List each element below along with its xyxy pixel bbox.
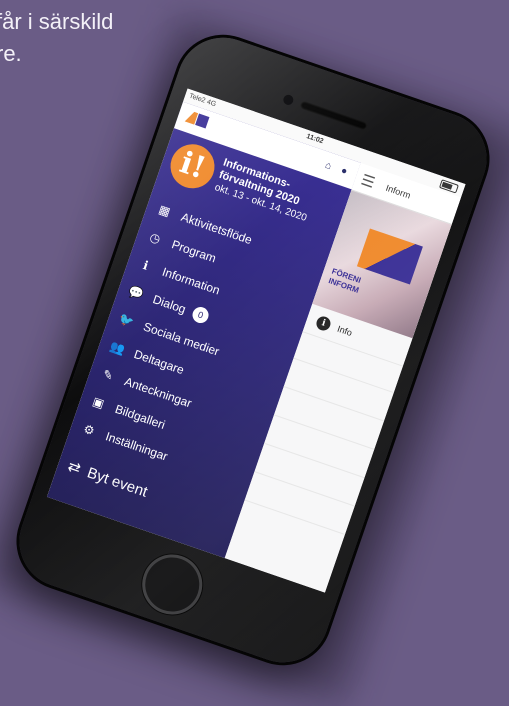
swap-icon: ⇄ — [65, 457, 83, 478]
list-divider — [264, 442, 365, 479]
clock-icon: ◷ — [148, 229, 163, 246]
caption-text: får i särskild re. — [0, 9, 114, 66]
gear-icon: ⚙ — [81, 421, 97, 438]
top-icons: ⌂ ● — [316, 157, 349, 178]
earpiece-speaker — [299, 100, 369, 131]
clock-label: 11:02 — [305, 132, 325, 146]
image-icon: ▣ — [90, 393, 107, 411]
menu-item-label: Dialog — [151, 291, 188, 316]
list-divider — [283, 386, 385, 422]
inbox-icon[interactable]: ⌂ — [324, 160, 333, 172]
user-icon[interactable]: ● — [339, 165, 348, 177]
info-icon: ℹ — [141, 257, 151, 273]
banner-logo — [356, 228, 423, 285]
list-divider — [293, 357, 394, 394]
pencil-icon: ✎ — [101, 366, 116, 383]
event-logo: i! — [164, 138, 221, 195]
fai-logo-icon — [184, 111, 210, 129]
banner-text: FÖRENI INFORM — [327, 266, 363, 295]
list-divider — [273, 414, 375, 450]
dialog-count-badge: 0 — [190, 304, 211, 325]
users-icon: 👥 — [108, 338, 127, 357]
front-camera — [282, 93, 295, 107]
switch-event-button[interactable]: ⇄ Byt event — [66, 457, 150, 501]
list-divider — [244, 499, 346, 535]
calendar-icon: ▦ — [157, 201, 173, 219]
home-button[interactable] — [134, 546, 211, 623]
twitter-icon: 🐦 — [117, 310, 137, 329]
hamburger-menu-icon[interactable]: ☰ — [359, 171, 378, 191]
info-label: Info — [336, 323, 354, 338]
list-divider — [254, 471, 355, 507]
content-title: Inform — [384, 182, 412, 201]
chat-icon: 💬 — [127, 283, 146, 302]
info-icon: i — [314, 314, 333, 333]
switch-event-label: Byt event — [85, 463, 150, 501]
